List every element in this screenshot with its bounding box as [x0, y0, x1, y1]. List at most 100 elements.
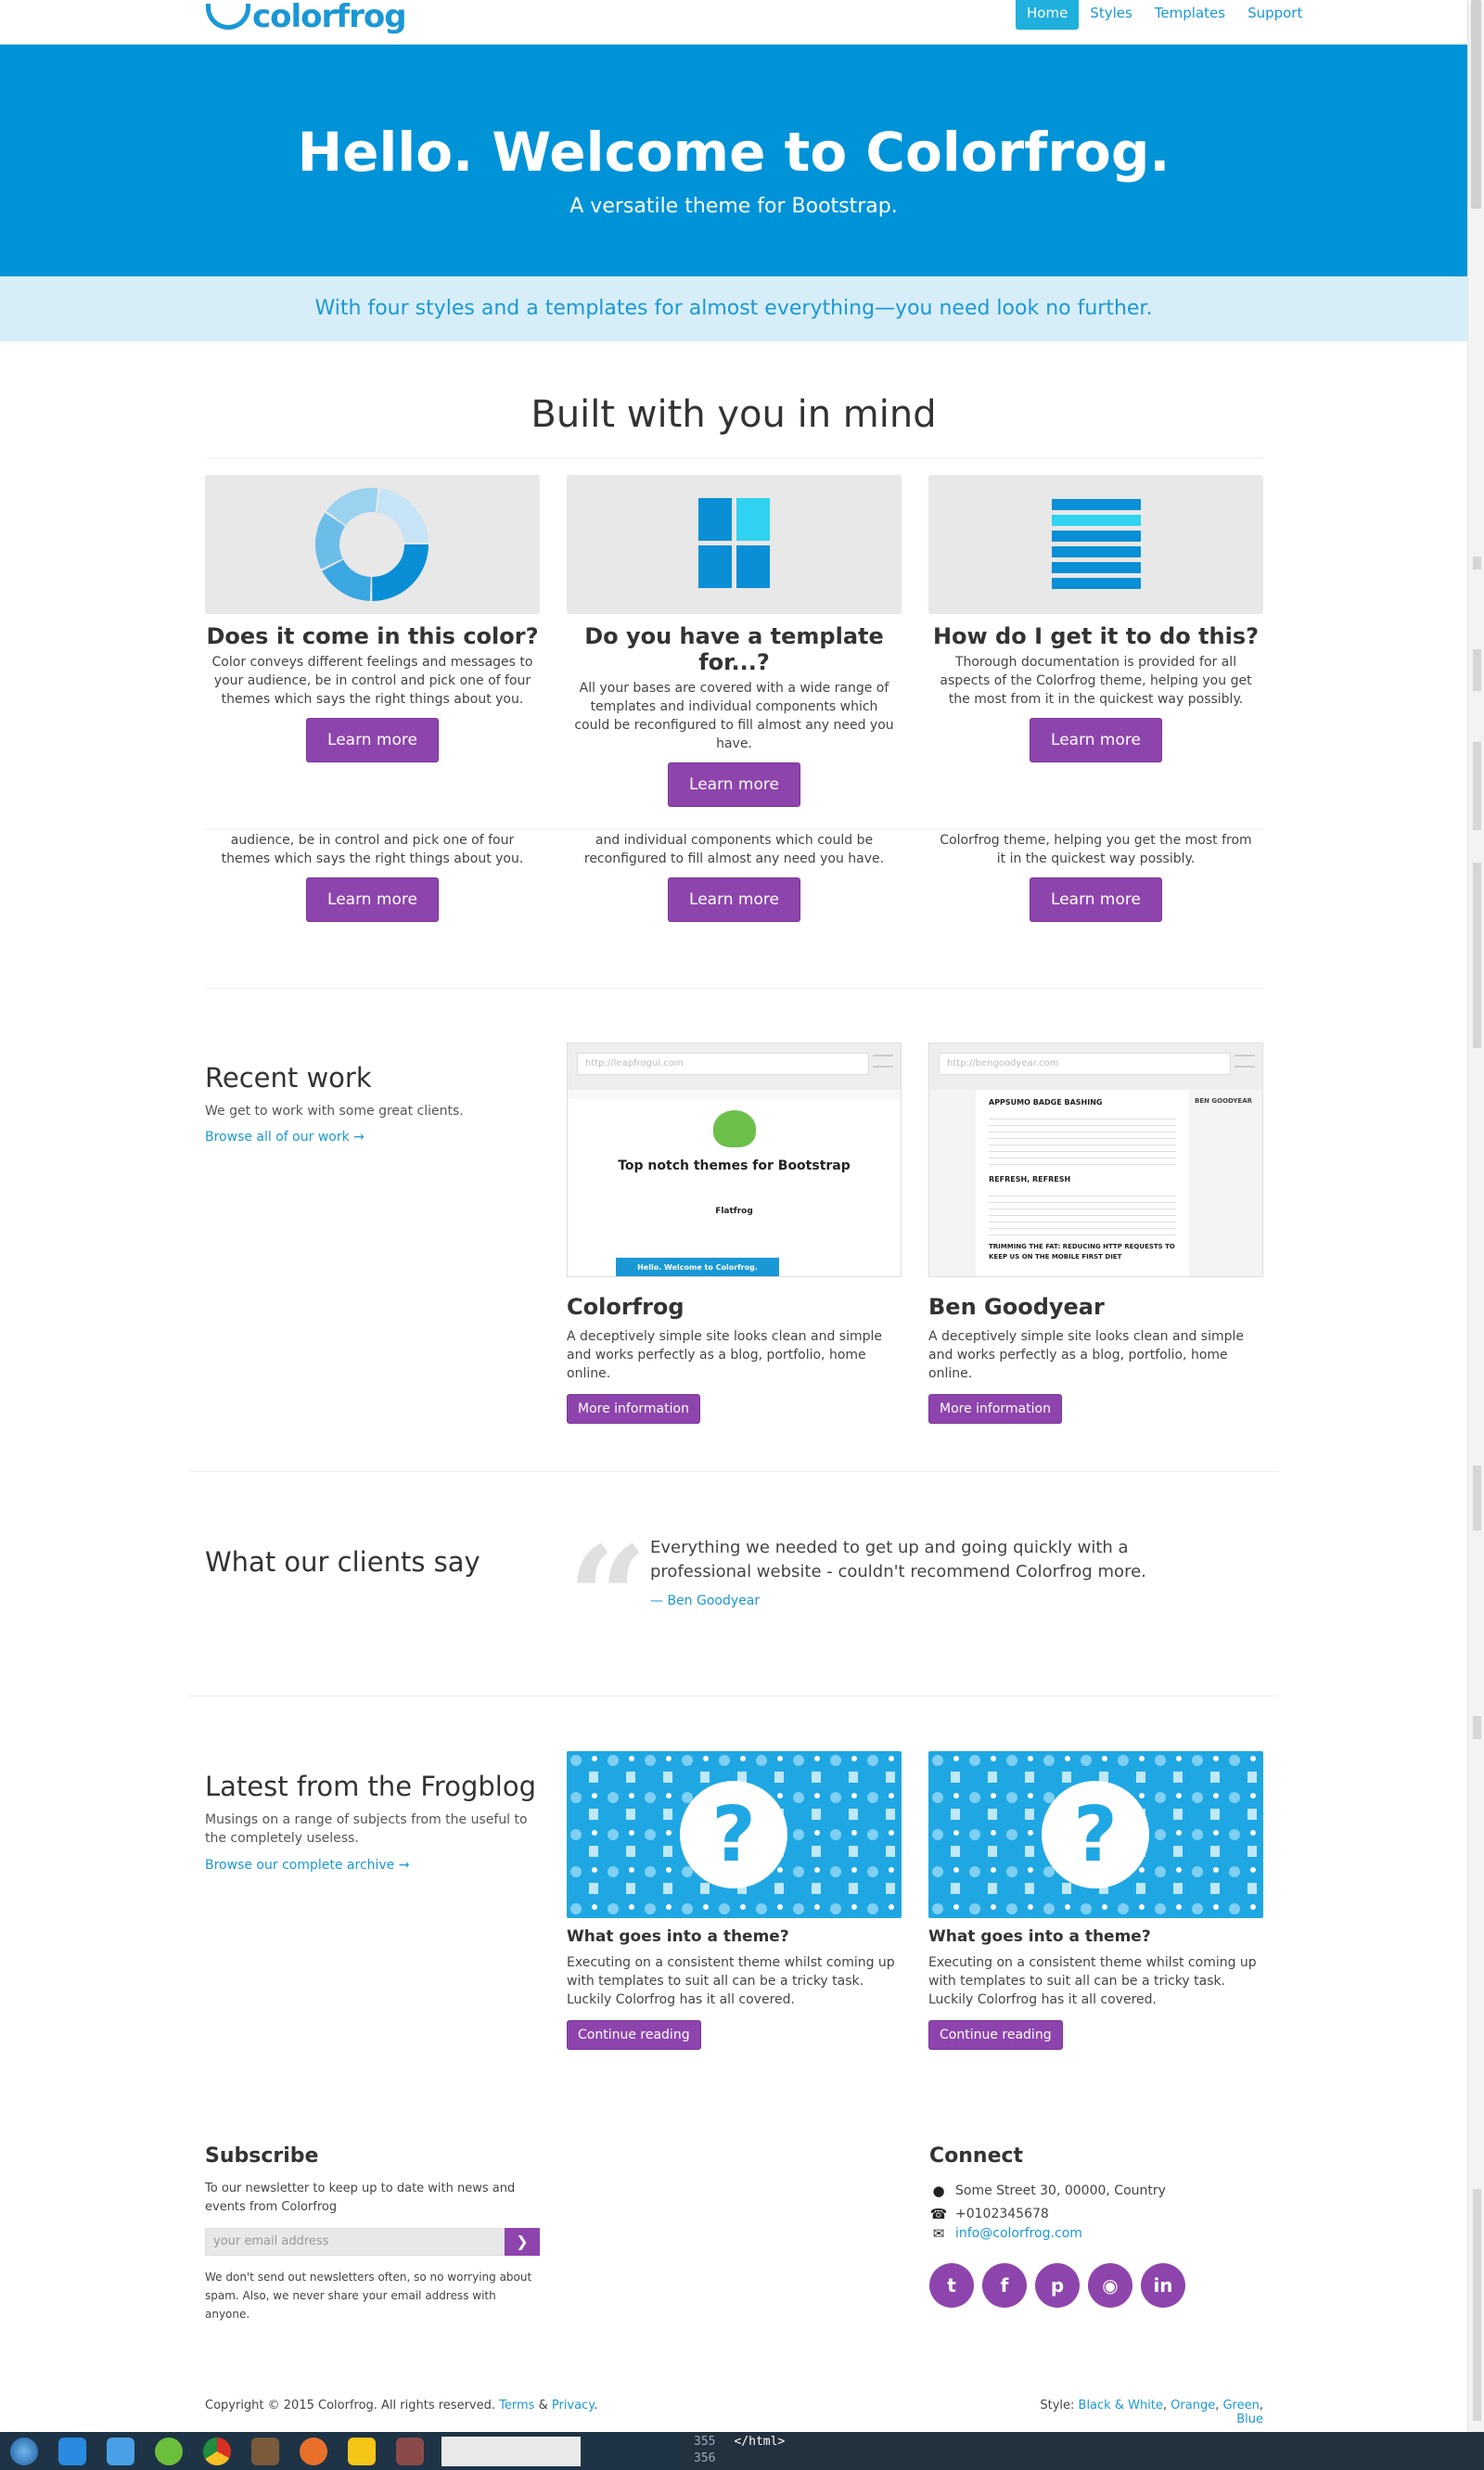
map-pin-icon: ●: [932, 2182, 945, 2199]
subscribe-title: Subscribe: [205, 2144, 319, 2168]
quote-icon: “: [568, 1517, 648, 1680]
twitter-icon[interactable]: t: [929, 2263, 974, 2308]
feature-card: Do you have a template for...? All your …: [567, 475, 902, 807]
email-link[interactable]: info@colorfrog.com: [955, 2226, 1082, 2241]
style-link-orange[interactable]: Orange: [1171, 2399, 1215, 2412]
firefox-icon: [300, 2437, 327, 2465]
hero-subtitle: A versatile theme for Bootstrap.: [569, 195, 898, 218]
shot-banner: Hello. Welcome to Colorfrog.: [616, 1258, 779, 1276]
feature-title: Does it come in this color?: [206, 623, 539, 649]
continue-reading-button[interactable]: Continue reading: [928, 2020, 1063, 2050]
contact-phone: ☎ +0102345678: [929, 2206, 1049, 2222]
template-grid-icon: [698, 498, 770, 588]
nav-links: Home Styles Templates Support: [1016, 0, 1313, 30]
work-screenshot[interactable]: http://leapfrogui.com Top notch themes f…: [567, 1043, 902, 1277]
taskbar-app[interactable]: [193, 2433, 241, 2470]
shot-banner: TRIMMING THE FAT: REDUCING HTTP REQUESTS…: [989, 1243, 1175, 1261]
quote-author[interactable]: — Ben Goodyear: [650, 1593, 760, 1608]
logo[interactable]: colorfrog: [206, 0, 407, 35]
linkedin-icon[interactable]: in: [1141, 2263, 1185, 2308]
work-screenshot[interactable]: http://bengoodyear.com APPSUMO BADGE BAS…: [928, 1043, 1263, 1277]
svg-text:?: ?: [711, 1791, 756, 1879]
pinterest-icon[interactable]: p: [1035, 2263, 1080, 2308]
shot-subheading: Flatfrog: [715, 1207, 753, 1216]
blog-post-text: Executing on a consistent theme whilst c…: [567, 1955, 895, 2007]
continue-reading-button[interactable]: Continue reading: [567, 2020, 701, 2050]
windows-logo-icon: [10, 2437, 38, 2465]
privacy-link[interactable]: Privacy: [552, 2399, 594, 2412]
learn-more-button[interactable]: Learn more: [306, 877, 439, 922]
frog-mascot-icon: [712, 1110, 756, 1147]
line-number: 356: [694, 2451, 716, 2465]
scroll-marker: [1473, 2189, 1481, 2421]
taskbar-app[interactable]: [48, 2433, 96, 2470]
email-input[interactable]: your email address: [205, 2228, 505, 2256]
taskbar-app[interactable]: [289, 2433, 338, 2470]
blog-subtitle: Musings on a range of subjects from the …: [205, 1812, 528, 1846]
taskbar-window-preview[interactable]: [441, 2436, 581, 2466]
media-app-icon: [396, 2437, 424, 2465]
donut-chart-icon: [315, 488, 429, 601]
feature-text: audience, be in control and pick one of …: [221, 833, 524, 866]
feature-card-partial: audience, be in control and pick one of …: [205, 831, 540, 922]
blog-image[interactable]: ?: [567, 1751, 902, 1918]
browse-archive-link[interactable]: Browse our complete archive →: [205, 1858, 409, 1873]
work-text: A deceptively simple site looks clean an…: [928, 1329, 1244, 1381]
work-text: A deceptively simple site looks clean an…: [567, 1329, 882, 1381]
style-link-blue[interactable]: Blue: [1236, 2412, 1263, 2426]
taskbar-app[interactable]: [241, 2433, 289, 2470]
taskbar-app[interactable]: [96, 2433, 145, 2470]
address-text: Some Street 30, 00000, Country: [955, 2183, 1166, 2198]
blog-post-title[interactable]: What goes into a theme?: [567, 1927, 902, 1946]
nav-link-support[interactable]: Support: [1236, 0, 1313, 30]
feature-card: How do I get it to do this? Thorough doc…: [928, 475, 1263, 762]
work-title: Colorfrog: [567, 1294, 684, 1320]
phone-icon: ☎: [929, 2206, 948, 2222]
github-icon[interactable]: ◉: [1088, 2263, 1132, 2308]
shot-subheading: REFRESH, REFRESH: [989, 1175, 1071, 1184]
feature-card-partial: and individual components which could be…: [567, 831, 902, 922]
feature-title: How do I get it to do this?: [932, 623, 1260, 649]
taskbar-app[interactable]: [386, 2433, 434, 2470]
scroll-marker: [1473, 557, 1481, 570]
hero: Hello. Welcome to Colorfrog. A versatile…: [0, 45, 1467, 276]
scroll-marker: [1473, 742, 1481, 830]
taskbar-app[interactable]: [145, 2433, 193, 2470]
scroll-marker: [1473, 649, 1481, 691]
clients-title: What our clients say: [205, 1546, 480, 1578]
utility-app-icon: [155, 2437, 183, 2465]
more-information-button[interactable]: More information: [567, 1394, 700, 1424]
start-button[interactable]: [0, 2433, 48, 2470]
taskbar-app[interactable]: [338, 2433, 386, 2470]
browse-work-link[interactable]: Browse all of our work →: [205, 1130, 365, 1145]
feature-text: Color conveys different feelings and mes…: [211, 655, 533, 707]
learn-more-button[interactable]: Learn more: [668, 762, 800, 807]
hero-title: Hello. Welcome to Colorfrog.: [297, 121, 1171, 184]
scrollbar-thumb[interactable]: [1471, 0, 1481, 209]
nav-link-templates[interactable]: Templates: [1144, 0, 1236, 30]
divider: [205, 457, 1263, 458]
learn-more-button[interactable]: Learn more: [668, 877, 800, 922]
more-information-button[interactable]: More information: [928, 1394, 1062, 1424]
learn-more-button[interactable]: Learn more: [1030, 877, 1162, 922]
vertical-scrollbar[interactable]: [1467, 0, 1484, 2432]
learn-more-button[interactable]: Learn more: [1030, 718, 1162, 762]
nav-link-home[interactable]: Home: [1016, 0, 1080, 30]
feature-text: Thorough documentation is provided for a…: [940, 655, 1252, 707]
pattern-background: ?: [567, 1751, 902, 1918]
style-link-green[interactable]: Green: [1222, 2399, 1259, 2412]
messenger-icon: [107, 2437, 134, 2465]
facebook-icon[interactable]: f: [982, 2263, 1027, 2308]
blog-post-title[interactable]: What goes into a theme?: [928, 1927, 1263, 1946]
divider: [205, 828, 1263, 829]
terms-link[interactable]: Terms: [499, 2399, 534, 2412]
blog-image[interactable]: ?: [928, 1751, 1263, 1918]
nav-link-styles[interactable]: Styles: [1079, 0, 1144, 30]
and-text: &: [538, 2399, 548, 2412]
scroll-marker: [1473, 1716, 1481, 1739]
learn-more-button[interactable]: Learn more: [306, 718, 439, 762]
subscribe-button[interactable]: ❯: [505, 2228, 540, 2256]
blog-post-text: Executing on a consistent theme whilst c…: [928, 1955, 1257, 2007]
style-link-black-white[interactable]: Black & White: [1079, 2399, 1163, 2412]
recent-work-title: Recent work: [205, 1062, 372, 1094]
